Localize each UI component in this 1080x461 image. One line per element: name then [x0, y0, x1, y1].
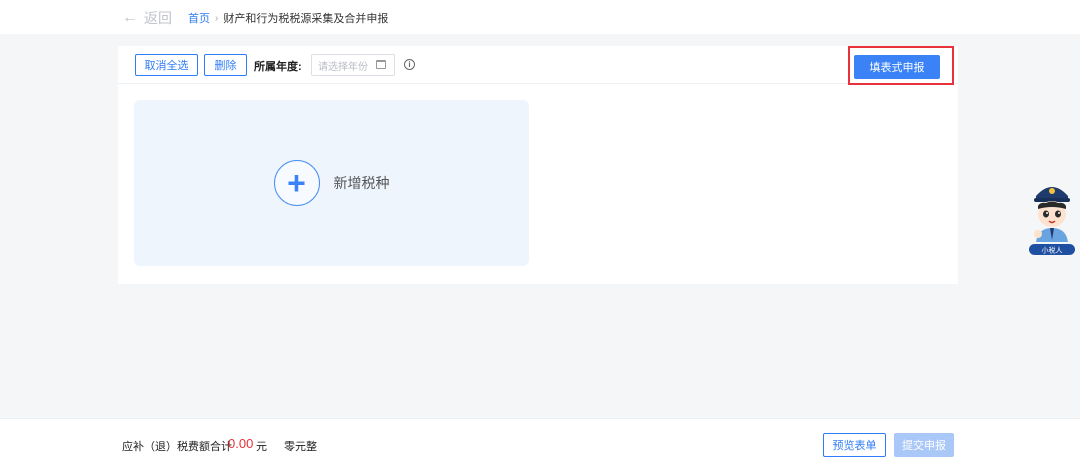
total-amount-unit: 元 [256, 441, 267, 453]
mascot-badge: 小税人 [1042, 246, 1063, 255]
total-amount-words: 零元整 [284, 441, 317, 453]
year-placeholder: 请选择年份 [318, 61, 368, 73]
bottom-bar: 应补（退）税费额合计 0.00 元 零元整 预览表单 提交申报 [0, 418, 1080, 461]
back-label: 返回 [144, 10, 172, 26]
preview-form-button[interactable]: 预览表单 [823, 433, 886, 457]
total-amount-label: 应补（退）税费额合计 [122, 441, 232, 453]
top-bar: ← 返回 首页 › 财产和行为税税源采集及合并申报 [0, 0, 1080, 34]
form-declare-button[interactable]: 填表式申报 [854, 55, 940, 79]
cancel-select-all-button[interactable]: 取消全选 [135, 54, 198, 76]
toolbar: 取消全选 删除 所属年度: 请选择年份 i 填表式申报 [118, 46, 958, 85]
submit-declaration-button[interactable]: 提交申报 [894, 433, 954, 457]
breadcrumb-current: 财产和行为税税源采集及合并申报 [223, 13, 389, 25]
total-amount-value: 0.00 [228, 436, 254, 451]
mascot-icon: 小税人 [1029, 187, 1075, 255]
add-tax-type-label: 新增税种 [333, 175, 390, 191]
year-label: 所属年度: [254, 61, 302, 73]
add-tax-type-card[interactable]: + 新增税种 [134, 100, 529, 266]
back-button[interactable]: ← 返回 [122, 8, 172, 28]
plus-icon: + [273, 160, 320, 206]
breadcrumb-home-link[interactable]: 首页 [188, 10, 210, 26]
mascot-avatar[interactable]: 小税人 [1028, 180, 1076, 258]
delete-button[interactable]: 删除 [204, 54, 247, 76]
main-panel: 取消全选 删除 所属年度: 请选择年份 i 填表式申报 + 新增税种 [118, 46, 958, 284]
breadcrumb: 首页 › 财产和行为税税源采集及合并申报 [188, 10, 388, 26]
info-icon[interactable]: i [404, 59, 415, 70]
year-picker-input[interactable]: 请选择年份 [311, 54, 395, 76]
breadcrumb-separator: › [215, 12, 219, 24]
calendar-icon [376, 60, 386, 69]
back-arrow-icon: ← [122, 9, 138, 26]
